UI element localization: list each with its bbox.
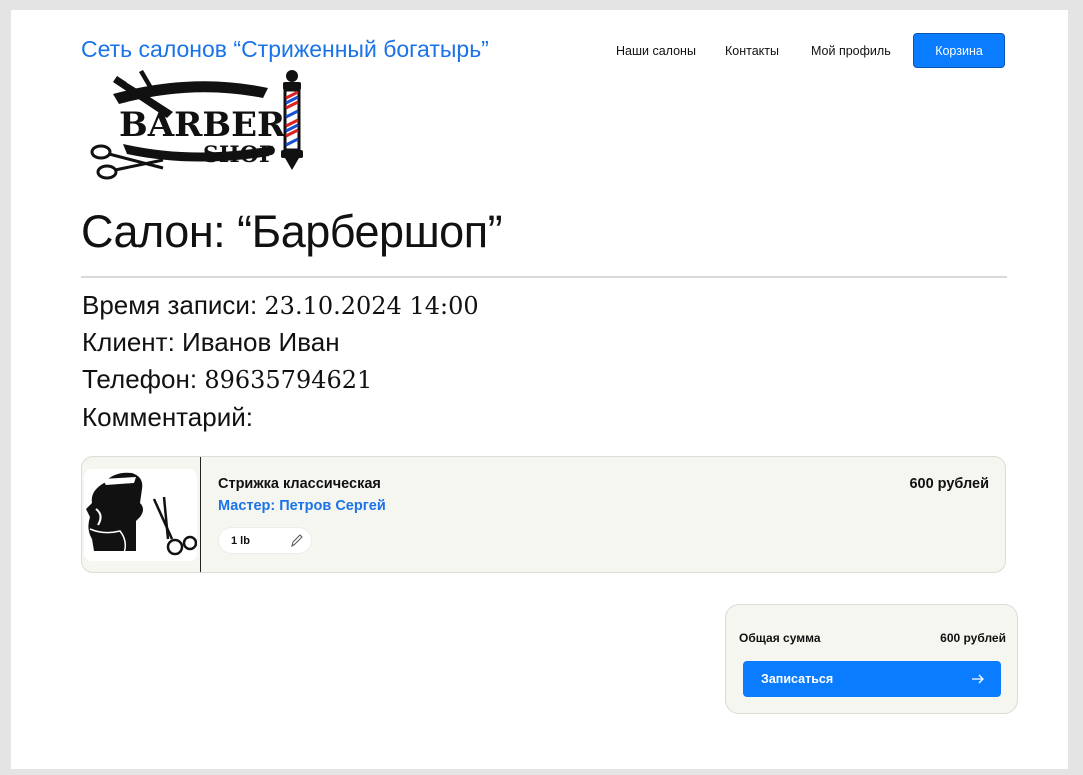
service-price: 600 рублей <box>909 476 989 492</box>
barbershop-logo: BARBER SHOP <box>90 70 303 180</box>
barber-pole-icon <box>281 70 303 170</box>
booking-time-value: 23.10.2024 14:00 <box>264 292 479 320</box>
order-summary: Общая сумма 600 рублей Записаться <box>725 604 1018 714</box>
total-label: Общая сумма <box>739 631 821 645</box>
booking-phone: Телефон: 89635794621 <box>82 364 372 395</box>
logo-text-barber: BARBER <box>119 105 286 145</box>
service-image <box>84 469 198 561</box>
booking-time-label: Время записи: <box>82 290 258 320</box>
quantity-field[interactable]: 1 lb <box>218 527 312 554</box>
brand-title[interactable]: Сеть салонов “Стриженный богатырь” <box>81 36 489 63</box>
pencil-icon[interactable] <box>289 533 303 549</box>
quantity-value: 1 lb <box>231 535 250 547</box>
total-value: 600 рублей <box>940 631 1006 645</box>
service-name: Стрижка классическая <box>218 476 381 492</box>
service-master-link[interactable]: Мастер: Петров Сергей <box>218 498 386 514</box>
cart-button[interactable]: Корзина <box>913 33 1005 68</box>
book-button-label: Записаться <box>761 672 834 686</box>
booking-comment-label: Комментарий: <box>82 402 253 432</box>
booking-comment: Комментарий: <box>82 402 253 433</box>
booking-phone-value: 89635794621 <box>204 366 373 394</box>
service-card: Стрижка классическая Мастер: Петров Серг… <box>81 456 1006 573</box>
nav-contacts[interactable]: Контакты <box>725 44 779 58</box>
barber-portrait-icon <box>86 472 198 556</box>
booking-client: Клиент: Иванов Иван <box>82 327 340 358</box>
nav-our-salons[interactable]: Наши салоны <box>616 44 696 58</box>
booking-client-label: Клиент: <box>82 327 175 357</box>
salon-title: Салон: “Барбершоп” <box>81 206 503 257</box>
booking-time: Время записи: 23.10.2024 14:00 <box>82 290 479 321</box>
nav-my-profile[interactable]: Мой профиль <box>811 44 891 58</box>
book-button[interactable]: Записаться <box>743 661 1001 697</box>
divider <box>81 276 1007 278</box>
page: Сеть салонов “Стриженный богатырь” Наши … <box>11 10 1068 769</box>
booking-phone-label: Телефон: <box>82 364 198 394</box>
booking-client-value: Иванов Иван <box>182 327 340 357</box>
arrow-right-icon <box>972 674 984 684</box>
logo-text-shop: SHOP <box>203 142 275 168</box>
card-separator <box>200 457 201 572</box>
